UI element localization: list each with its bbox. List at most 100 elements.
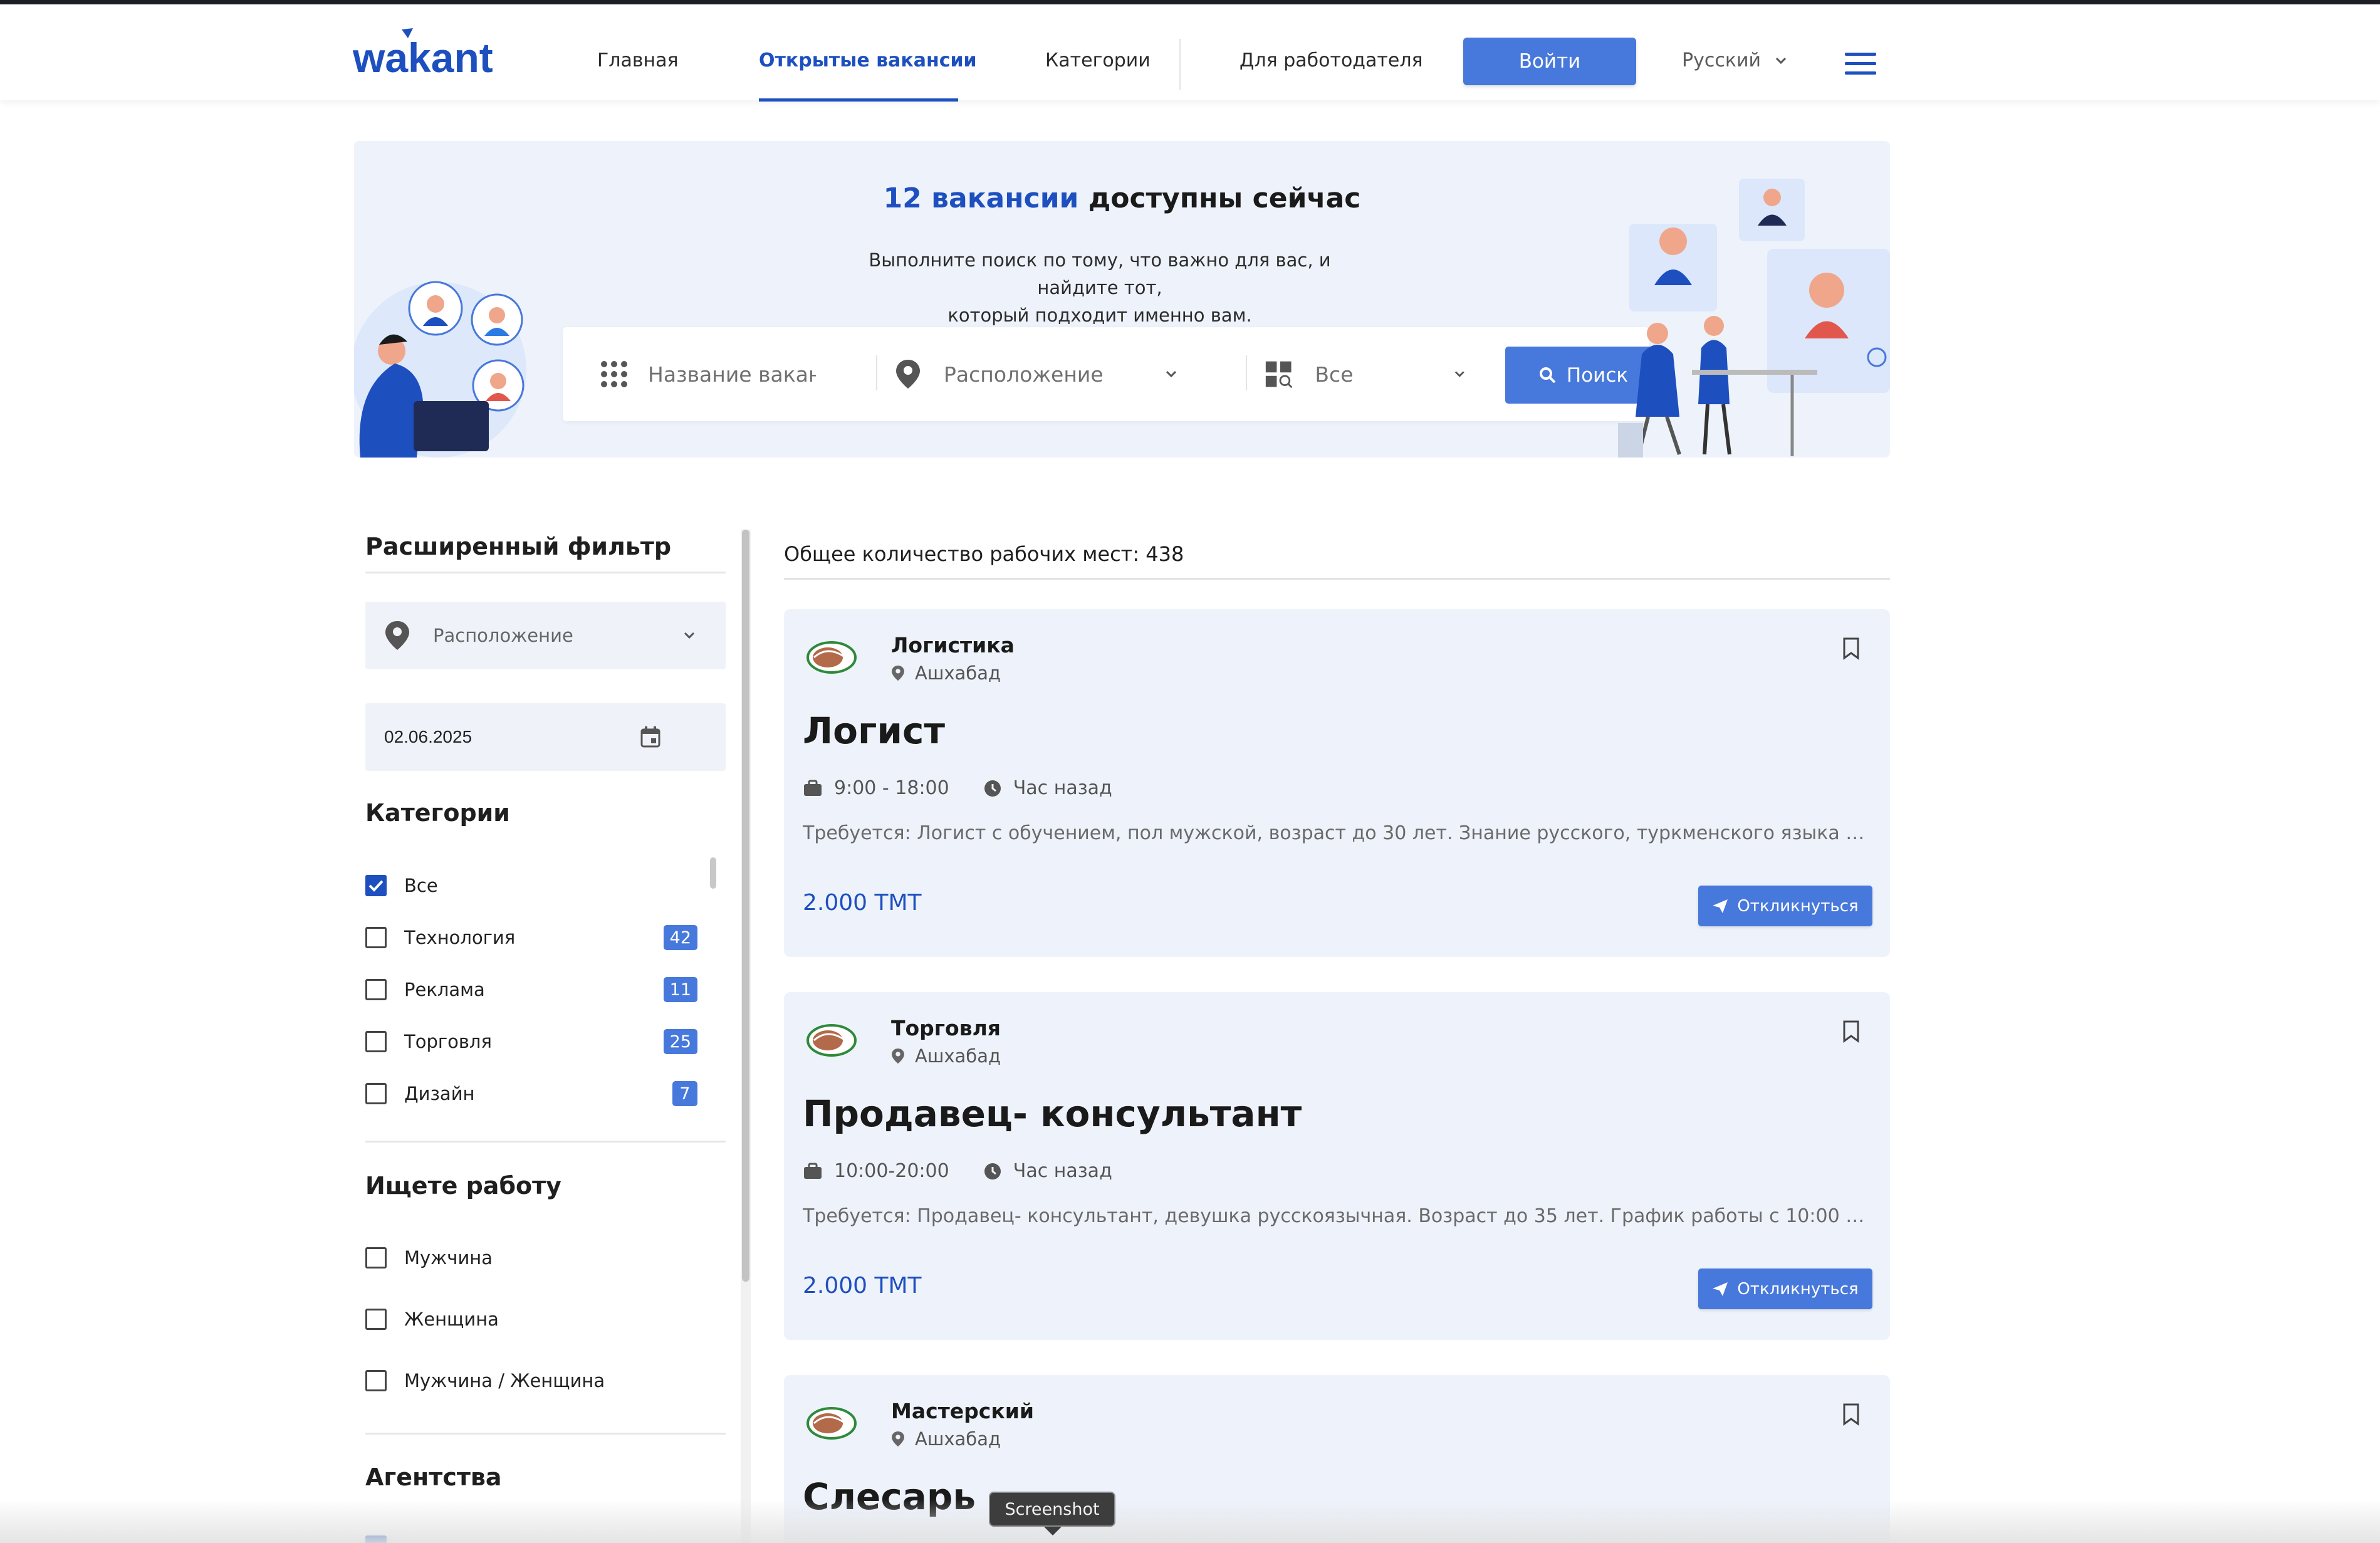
job-meta: 10:00-20:00 Час назад [803,1160,1146,1182]
apply-label: Откликнуться [1737,1279,1859,1299]
job-location: Ашхабад [891,662,1001,684]
category-label: Дизайн [404,1083,475,1104]
bookmark-icon[interactable] [1842,1020,1861,1043]
job-location: Ашхабад [891,1045,1001,1067]
date-value: 02.06.2025 [384,727,472,746]
company-logo [806,641,857,674]
location-pin-icon [892,1048,904,1064]
job-card[interactable]: Мастерский Ашхабад Слесарь [784,1375,1890,1543]
job-title[interactable]: Продавец- консультант [803,1092,1302,1135]
company-logo [806,1024,857,1057]
categories-title: Категории [365,799,510,827]
grid-dots-icon [601,361,627,387]
date-input[interactable]: 02.06.2025 [365,703,726,771]
clock-icon [984,1163,1001,1179]
bookmark-icon[interactable] [1842,637,1861,661]
job-city: Ашхабад [915,1045,1001,1067]
apply-button[interactable]: Откликнуться [1698,886,1872,926]
location-pin-icon [896,360,920,389]
menu-icon[interactable] [1845,53,1876,75]
category-option[interactable]: Реклама 11 [365,974,707,1005]
apply-button[interactable]: Откликнуться [1698,1268,1872,1309]
job-posted-time: Час назад [1013,1160,1112,1182]
category-count-badge: 11 [663,977,697,1002]
svg-text:wakant: wakant [353,34,493,81]
divider [365,1433,726,1435]
nav-open-vacancies[interactable]: Открытые вакансии [759,50,977,71]
checkbox[interactable] [365,927,387,948]
category-option[interactable]: Технология 42 [365,922,707,953]
location-pin-icon [892,665,904,681]
job-city: Ашхабад [915,662,1001,684]
filter-location-select[interactable]: Расположение [365,602,726,669]
search-bar: Название вакансии Расположение Все Поиск [563,327,1662,421]
calendar-icon[interactable] [640,726,661,748]
gender-title: Ищете работу [365,1172,561,1200]
job-title-input[interactable]: Название вакансии [648,362,816,387]
job-title[interactable]: Логист [803,709,945,752]
nav-for-employer[interactable]: Для работодателя [1240,50,1423,71]
language-label: Русский [1682,50,1761,71]
checkbox[interactable] [365,1031,387,1052]
category-option[interactable]: Все [365,870,707,901]
chevron-down-icon [684,632,694,639]
total-jobs-count: Общее количество рабочих мест: 438 [784,542,1184,566]
job-card[interactable]: Торговля Ашхабад Продавец- консультант 1… [784,992,1890,1340]
screenshot-tooltip: Screenshot [989,1492,1115,1535]
gender-option[interactable]: Мужчина / Женщина [365,1365,707,1396]
briefcase-icon [804,780,822,796]
site-header: wakant Главная Открытые вакансии Категор… [0,4,2380,102]
category-count-badge: 42 [663,925,697,950]
job-title[interactable]: Слесарь [803,1475,976,1518]
category-option[interactable]: Торговля 25 [365,1026,707,1057]
login-button[interactable]: Войти [1463,38,1636,85]
checkbox-checked[interactable] [365,1535,387,1543]
location-pin-icon [385,621,409,650]
category-option[interactable]: Дизайн 7 [365,1078,707,1109]
window-top-edge [0,0,2380,4]
gender-label: Мужчина [404,1247,493,1268]
category-label: Торговля [404,1031,492,1052]
filter-location-label: Расположение [433,625,573,646]
job-card[interactable]: Логистика Ашхабад Логист 9:00 - 18:00 Ча… [784,609,1890,957]
job-hours: 9:00 - 18:00 [834,777,949,799]
category-count-badge: 7 [672,1081,697,1106]
sidebar-scrollbar[interactable] [741,530,751,1543]
category-label: Реклама [404,979,485,1000]
job-title-field[interactable]: Название вакансии [599,327,825,421]
checkbox[interactable] [365,1247,387,1268]
location-label: Расположение [944,362,1104,387]
bookmark-icon[interactable] [1842,1403,1861,1426]
gender-option[interactable]: Женщина [365,1304,707,1335]
categories-scrollbar[interactable] [710,857,716,1121]
category-select[interactable]: Все [1265,327,1465,421]
nav-categories[interactable]: Категории [1045,50,1151,71]
job-category: Мастерский [891,1399,1035,1423]
divider [365,1141,726,1143]
job-city: Ашхабад [915,1428,1001,1450]
language-selector[interactable]: Русский [1682,50,1787,71]
chevron-down-icon [1775,57,1787,64]
checkbox[interactable] [365,1083,387,1104]
nav-home[interactable]: Главная [597,50,679,71]
company-logo [806,1407,857,1440]
search-divider [876,355,877,390]
apply-label: Откликнуться [1737,896,1859,916]
job-salary: 2.000 TMT [803,890,922,916]
hero-illustration-left [354,281,526,458]
job-category: Торговля [891,1016,1001,1040]
location-select[interactable]: Расположение [895,327,1183,421]
job-description: Требуется: Логист с обучением, пол мужск… [803,822,1868,844]
checkbox[interactable] [365,1309,387,1330]
search-divider [1246,355,1247,390]
wakant-logo[interactable]: wakant [353,22,513,91]
clock-icon [984,780,1001,797]
checkbox[interactable] [365,979,387,1000]
checkbox-checked[interactable] [365,875,387,896]
check-icon [368,880,384,892]
gender-option[interactable]: Мужчина [365,1242,707,1274]
checkbox[interactable] [365,1370,387,1391]
job-meta: 9:00 - 18:00 Час назад [803,777,1146,799]
hero-subtitle: Выполните поиск по тому, что важно для в… [869,249,1331,326]
agencies-title: Агентства [365,1463,502,1491]
